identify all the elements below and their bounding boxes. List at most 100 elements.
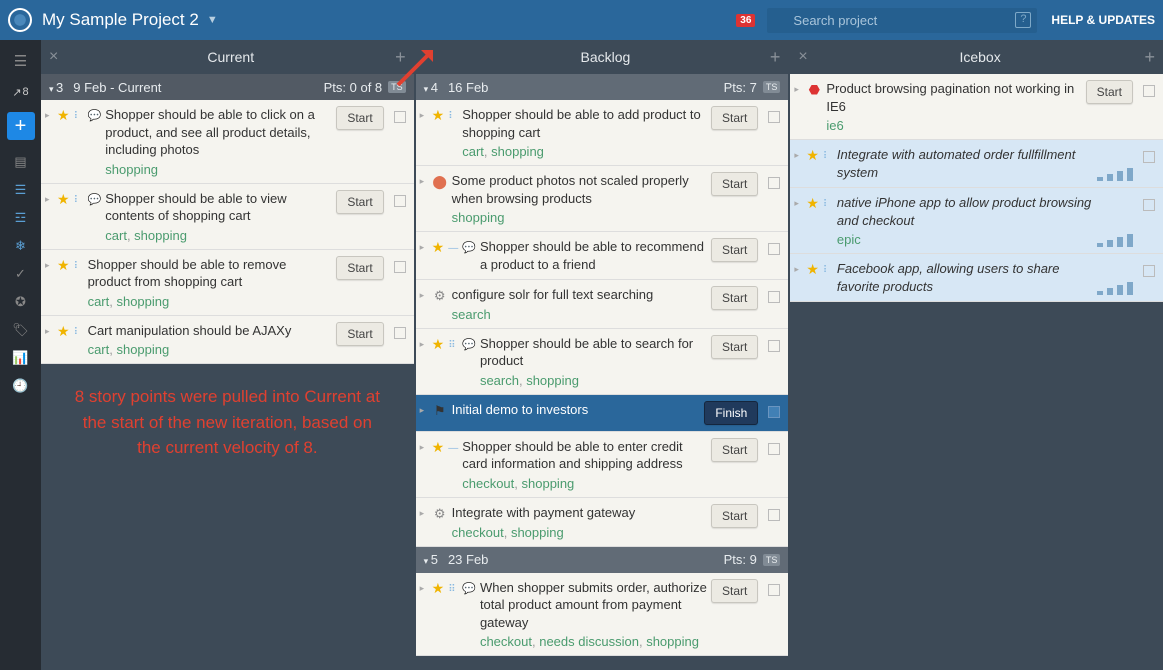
story-action-button[interactable]: Start bbox=[711, 579, 758, 603]
tag[interactable]: shopping bbox=[105, 162, 158, 177]
tag[interactable]: shopping bbox=[116, 294, 169, 309]
story-checkbox[interactable] bbox=[394, 111, 406, 123]
sidebar-history-icon[interactable]: 🕘 bbox=[0, 372, 41, 400]
panel-add-icon[interactable]: + bbox=[770, 47, 781, 68]
sidebar-epics-icon[interactable]: ✪ bbox=[0, 288, 41, 316]
panel-close-icon[interactable]: × bbox=[798, 48, 807, 66]
expand-caret-icon[interactable]: ▸ bbox=[794, 146, 802, 181]
search-input[interactable] bbox=[767, 8, 1037, 33]
story-row[interactable]: ▸★⠿💬When shopper submits order, authoriz… bbox=[416, 573, 789, 657]
story-checkbox[interactable] bbox=[768, 111, 780, 123]
tag[interactable]: ie6 bbox=[826, 118, 843, 133]
story-checkbox[interactable] bbox=[394, 327, 406, 339]
project-title[interactable]: My Sample Project 2 bbox=[42, 10, 199, 30]
story-row[interactable]: ▸⚙Integrate with payment gatewaycheckout… bbox=[416, 498, 789, 547]
iteration-header[interactable]: 3 9 Feb - Current Pts: 0 of 8 TS bbox=[41, 74, 414, 100]
tag[interactable]: shopping bbox=[526, 373, 579, 388]
tag[interactable]: cart bbox=[462, 144, 484, 159]
story-action-button[interactable]: Start bbox=[711, 335, 758, 359]
story-action-button[interactable]: Start bbox=[1086, 80, 1133, 104]
expand-caret-icon[interactable]: ▸ bbox=[794, 80, 802, 133]
story-row[interactable]: ▸★—Shopper should be able to enter credi… bbox=[416, 432, 789, 498]
expand-caret-icon[interactable]: ▸ bbox=[45, 256, 53, 309]
expand-caret-icon[interactable]: ▸ bbox=[420, 504, 428, 540]
story-checkbox[interactable] bbox=[768, 291, 780, 303]
sidebar-labels-icon[interactable]: 🏷 bbox=[0, 316, 41, 344]
tag[interactable]: epic bbox=[837, 232, 861, 247]
story-checkbox[interactable] bbox=[768, 243, 780, 255]
expand-caret-icon[interactable]: ▸ bbox=[45, 190, 53, 243]
mini-estimate-bars[interactable] bbox=[1097, 204, 1133, 247]
story-row[interactable]: ▸★⠇Facebook app, allowing users to share… bbox=[790, 254, 1163, 302]
expand-caret-icon[interactable]: ▸ bbox=[420, 401, 428, 425]
tag[interactable]: cart bbox=[105, 228, 127, 243]
tag[interactable]: cart bbox=[88, 342, 110, 357]
expand-caret-icon[interactable]: ▸ bbox=[45, 106, 53, 177]
story-checkbox[interactable] bbox=[394, 195, 406, 207]
story-checkbox[interactable] bbox=[768, 340, 780, 352]
add-story-button[interactable]: + bbox=[7, 112, 35, 140]
expand-caret-icon[interactable]: ▸ bbox=[420, 579, 428, 650]
panel-close-icon[interactable]: × bbox=[424, 48, 433, 66]
story-row[interactable]: ▸★⠇native iPhone app to allow product br… bbox=[790, 188, 1163, 254]
expand-caret-icon[interactable]: ▸ bbox=[45, 322, 53, 358]
tag[interactable]: shopping bbox=[491, 144, 544, 159]
hamburger-icon[interactable]: ☰ bbox=[0, 44, 41, 78]
project-caret-icon[interactable]: ▼ bbox=[207, 14, 218, 26]
story-checkbox[interactable] bbox=[394, 261, 406, 273]
tag[interactable]: search bbox=[480, 373, 519, 388]
expand-caret-icon[interactable]: ▸ bbox=[794, 194, 802, 247]
story-row[interactable]: ▸⬣Product browsing pagination not workin… bbox=[790, 74, 1163, 140]
iteration-header[interactable]: 416 FebPts: 7TS bbox=[416, 74, 789, 100]
story-checkbox[interactable] bbox=[1143, 265, 1155, 277]
story-checkbox[interactable] bbox=[1143, 199, 1155, 211]
expand-caret-icon[interactable]: ▸ bbox=[420, 238, 428, 273]
story-checkbox[interactable] bbox=[768, 406, 780, 418]
panel-add-icon[interactable]: + bbox=[395, 47, 406, 68]
tag[interactable]: cart bbox=[88, 294, 110, 309]
story-row[interactable]: ▸⚙configure solr for full text searching… bbox=[416, 280, 789, 329]
story-row[interactable]: ▸⚑Initial demo to investorsFinish bbox=[416, 395, 789, 432]
story-action-button[interactable]: Start bbox=[336, 106, 383, 130]
story-action-button[interactable]: Start bbox=[711, 106, 758, 130]
tag[interactable]: checkout bbox=[452, 525, 504, 540]
story-action-button[interactable]: Start bbox=[711, 172, 758, 196]
story-action-button[interactable]: Start bbox=[711, 504, 758, 528]
story-checkbox[interactable] bbox=[768, 509, 780, 521]
story-action-button[interactable]: Start bbox=[711, 438, 758, 462]
expand-caret-icon[interactable]: ▸ bbox=[794, 260, 802, 295]
velocity-indicator[interactable]: 8 bbox=[0, 78, 41, 106]
story-action-button[interactable]: Start bbox=[336, 256, 383, 280]
tag[interactable]: shopping bbox=[646, 634, 699, 649]
tag[interactable]: shopping bbox=[511, 525, 564, 540]
story-row[interactable]: ▸★⠇💬Shopper should be able to click on a… bbox=[41, 100, 414, 184]
story-row[interactable]: ▸⬤Some product photos not scaled properl… bbox=[416, 166, 789, 232]
story-action-button[interactable]: Start bbox=[336, 190, 383, 214]
tag[interactable]: shopping bbox=[522, 476, 575, 491]
story-action-button[interactable]: Start bbox=[711, 286, 758, 310]
story-row[interactable]: ▸★⠇💬Shopper should be able to view conte… bbox=[41, 184, 414, 250]
panel-close-icon[interactable]: × bbox=[49, 48, 58, 66]
app-logo-icon[interactable] bbox=[8, 8, 32, 32]
tag[interactable]: checkout bbox=[462, 476, 514, 491]
tag[interactable]: shopping bbox=[134, 228, 187, 243]
story-checkbox[interactable] bbox=[768, 584, 780, 596]
story-action-button[interactable]: Finish bbox=[704, 401, 758, 425]
story-row[interactable]: ▸★⠇Shopper should be able to add product… bbox=[416, 100, 789, 166]
mini-estimate-bars[interactable] bbox=[1097, 156, 1133, 181]
story-row[interactable]: ▸★—💬Shopper should be able to recommend … bbox=[416, 232, 789, 280]
panel-add-icon[interactable]: + bbox=[1145, 47, 1156, 68]
tag[interactable]: shopping bbox=[116, 342, 169, 357]
story-row[interactable]: ▸★⠇Integrate with automated order fullfi… bbox=[790, 140, 1163, 188]
story-checkbox[interactable] bbox=[768, 443, 780, 455]
sidebar-panel-icon[interactable]: ▤ bbox=[0, 148, 41, 176]
tag[interactable]: needs discussion bbox=[539, 634, 639, 649]
iteration-header[interactable]: 523 FebPts: 9TS bbox=[416, 547, 789, 573]
sidebar-icebox-icon[interactable]: ❄ bbox=[0, 232, 41, 260]
sidebar-charts-icon[interactable]: 📊 bbox=[0, 344, 41, 372]
story-checkbox[interactable] bbox=[768, 177, 780, 189]
notification-badge[interactable]: 36 bbox=[736, 14, 755, 27]
help-link[interactable]: HELP & UPDATES bbox=[1051, 13, 1155, 27]
tag[interactable]: shopping bbox=[452, 210, 505, 225]
story-checkbox[interactable] bbox=[1143, 151, 1155, 163]
